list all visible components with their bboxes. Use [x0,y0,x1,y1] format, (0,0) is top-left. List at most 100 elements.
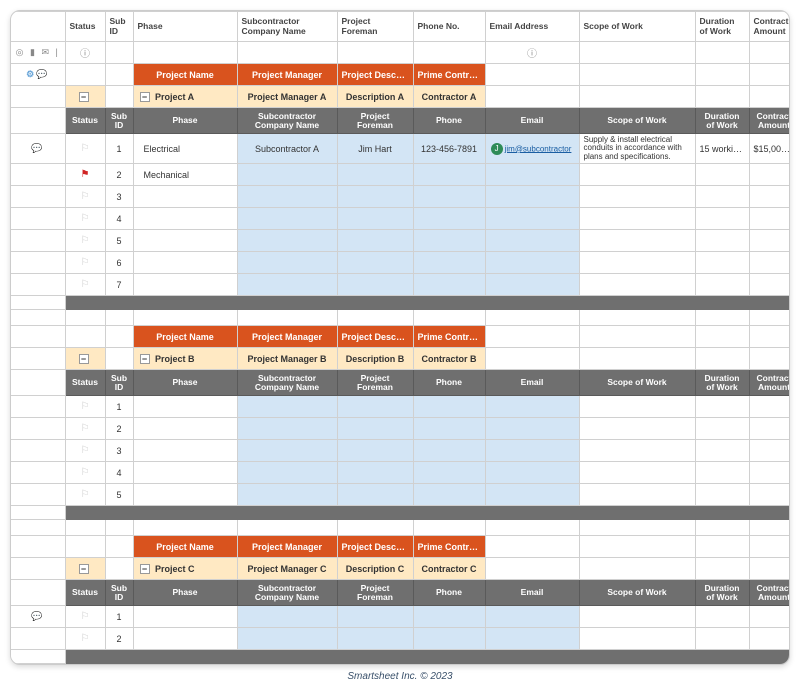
phone-cell[interactable] [413,418,485,440]
email-cell[interactable] [485,440,579,462]
amount-cell[interactable] [749,230,790,252]
status-cell[interactable]: ⚐ [65,484,105,506]
col-phone[interactable]: Phone No. [413,12,485,42]
flag-icon[interactable]: ⚐ [81,467,90,478]
col-sub-id[interactable]: Sub ID [105,12,133,42]
phone-cell[interactable] [413,484,485,506]
collapse-icon[interactable]: − [79,354,89,364]
status-cell[interactable]: ⚐ [65,462,105,484]
email-cell[interactable] [485,396,579,418]
scope-cell[interactable] [579,462,695,484]
scope-cell[interactable] [579,628,695,650]
email-cell[interactable]: Jjim@subcontractor [485,134,579,164]
email-cell[interactable] [485,252,579,274]
subcontractor-cell[interactable]: Subcontractor A [237,134,337,164]
info-icon[interactable]: ⓘ [80,49,90,60]
subcontractor-cell[interactable] [237,186,337,208]
foreman-cell[interactable] [337,440,413,462]
subcontractor-cell[interactable] [237,396,337,418]
duration-cell[interactable] [695,484,749,506]
foreman-cell[interactable] [337,274,413,296]
col-status[interactable]: Status [65,12,105,42]
flag-icon[interactable]: ⚐ [81,257,90,268]
amount-cell[interactable] [749,208,790,230]
email-cell[interactable] [485,274,579,296]
amount-cell[interactable] [749,462,790,484]
phase-cell[interactable] [133,396,237,418]
status-cell[interactable]: ⚐ [65,606,105,628]
duration-cell[interactable] [695,628,749,650]
status-cell[interactable]: ⚐ [65,208,105,230]
status-cell[interactable]: ⚐ [65,252,105,274]
flag-icon[interactable]: ⚐ [81,191,90,202]
duration-cell[interactable] [695,164,749,186]
email-cell[interactable] [485,484,579,506]
phase-cell[interactable] [133,606,237,628]
flag-icon[interactable]: ⚐ [81,401,90,412]
email-cell[interactable] [485,628,579,650]
col-duration[interactable]: Duration of Work [695,12,749,42]
scope-cell[interactable] [579,252,695,274]
scope-cell[interactable] [579,274,695,296]
email-link[interactable]: jim@subcontractor [505,144,572,153]
phase-cell[interactable] [133,230,237,252]
phone-cell[interactable] [413,186,485,208]
project-name[interactable]: − Project A [133,86,237,108]
flag-icon[interactable]: ⚐ [81,213,90,224]
foreman-cell[interactable] [337,252,413,274]
phase-cell[interactable] [133,440,237,462]
comment-icon[interactable]: 💬 [31,611,42,621]
scope-cell[interactable] [579,418,695,440]
col-amount[interactable]: Contract Amount [749,12,790,42]
phone-cell[interactable] [413,396,485,418]
duration-cell[interactable] [695,186,749,208]
duration-cell[interactable] [695,396,749,418]
col-email[interactable]: Email Address [485,12,579,42]
amount-cell[interactable] [749,274,790,296]
phone-cell[interactable] [413,230,485,252]
email-cell[interactable] [485,164,579,186]
col-scope[interactable]: Scope of Work [579,12,695,42]
subcontractor-cell[interactable] [237,462,337,484]
duration-cell[interactable] [695,462,749,484]
foreman-cell[interactable] [337,628,413,650]
col-phase[interactable]: Phase [133,12,237,42]
foreman-cell[interactable] [337,418,413,440]
foreman-cell[interactable]: Jim Hart [337,134,413,164]
collapse-icon[interactable]: − [79,92,89,102]
phase-cell[interactable]: Mechanical [133,164,237,186]
email-cell[interactable] [485,186,579,208]
status-cell[interactable]: ⚑ [65,164,105,186]
phone-cell[interactable] [413,606,485,628]
duration-cell[interactable] [695,440,749,462]
phone-cell[interactable] [413,462,485,484]
foreman-cell[interactable] [337,462,413,484]
foreman-cell[interactable] [337,164,413,186]
flag-icon[interactable]: ⚐ [81,279,90,290]
smartsheet-grid[interactable]: Status Sub ID Phase Subcontractor Compan… [10,10,790,665]
subcontractor-cell[interactable] [237,208,337,230]
phone-cell[interactable] [413,208,485,230]
subcontractor-cell[interactable] [237,440,337,462]
phone-cell[interactable]: 123-456-7891 [413,134,485,164]
email-cell[interactable] [485,606,579,628]
expand-icon[interactable]: − [140,564,150,574]
duration-cell[interactable] [695,252,749,274]
expand-icon[interactable]: − [140,354,150,364]
flag-icon[interactable]: ⚐ [81,489,90,500]
flag-icon[interactable]: ⚐ [81,445,90,456]
scope-cell[interactable] [579,440,695,462]
scope-cell[interactable] [579,396,695,418]
collapse-icon[interactable]: − [79,564,89,574]
scope-cell[interactable]: Supply & install electrical conduits in … [579,134,695,164]
comment-icon[interactable]: 💬 [36,69,47,79]
amount-cell[interactable] [749,252,790,274]
flag-icon[interactable]: ⚐ [81,423,90,434]
email-cell[interactable] [485,208,579,230]
flag-icon[interactable]: ⚐ [81,611,90,622]
subcontractor-cell[interactable] [237,164,337,186]
foreman-cell[interactable] [337,396,413,418]
phone-cell[interactable] [413,274,485,296]
phone-cell[interactable] [413,252,485,274]
info-icon[interactable]: ⓘ [527,49,537,60]
